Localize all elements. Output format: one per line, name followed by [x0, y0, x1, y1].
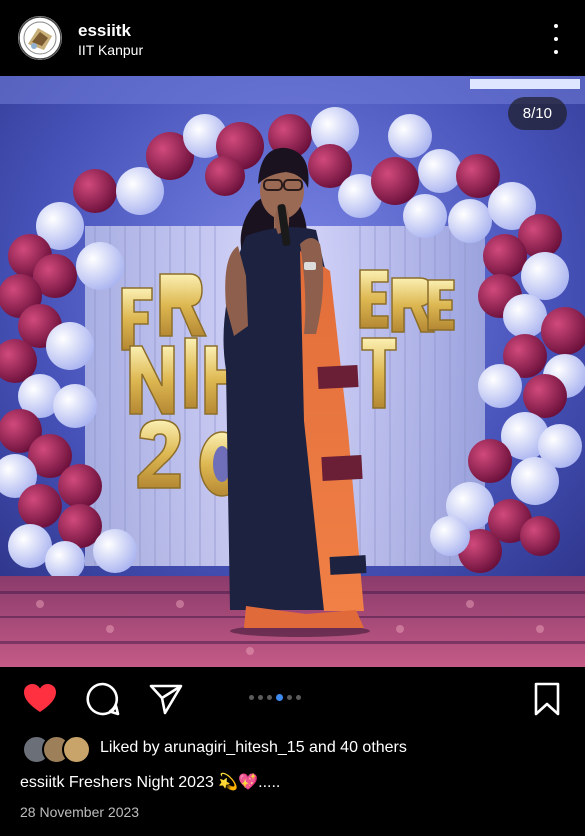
username[interactable]: essiitk	[78, 21, 131, 41]
likes-row[interactable]: Liked by arunagiri_hitesh_15 and 40 othe…	[22, 733, 582, 764]
liker-avatar	[62, 735, 91, 764]
carousel-dot	[267, 695, 272, 700]
likes-text[interactable]: Liked by arunagiri_hitesh_15 and 40 othe…	[100, 739, 407, 757]
carousel-indicator	[249, 694, 301, 701]
post-image[interactable]: 8/10	[0, 76, 585, 667]
more-vertical-icon[interactable]	[546, 24, 566, 54]
liker-avatars[interactable]	[22, 733, 92, 764]
carousel-dot	[296, 695, 301, 700]
location[interactable]: IIT Kanpur	[78, 42, 143, 58]
profile-avatar[interactable]	[18, 16, 62, 60]
carousel-dot	[287, 695, 292, 700]
post-header: essiitk IIT Kanpur	[0, 0, 585, 76]
comment-icon[interactable]	[85, 681, 121, 717]
bookmark-icon[interactable]	[530, 681, 566, 717]
slide-counter: 8/10	[507, 97, 567, 130]
post-date: 28 November 2023	[20, 804, 140, 820]
carousel-dot	[258, 695, 263, 700]
send-icon[interactable]	[148, 681, 184, 717]
carousel-dot-active	[276, 694, 283, 701]
action-bar	[0, 667, 585, 727]
heart-filled-icon[interactable]	[22, 681, 58, 717]
post-caption: essiitk Freshers Night 2023 💫💖.....	[20, 774, 281, 791]
carousel-dot	[249, 695, 254, 700]
